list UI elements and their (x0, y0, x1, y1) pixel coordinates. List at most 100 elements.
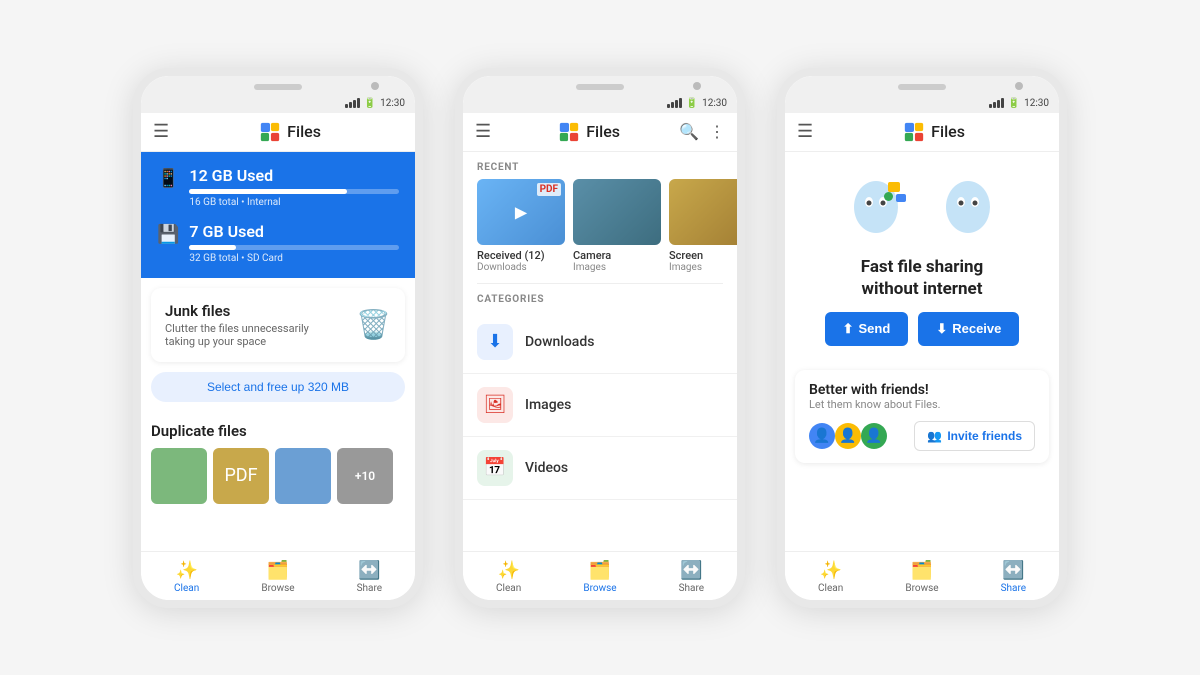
storage-card: 📱 12 GB Used 16 GB total • Internal 💾 (141, 152, 415, 278)
share-hero: Fast file sharingwithout internet ⬆ Send… (785, 152, 1059, 360)
nav-clean-1[interactable]: ✨ Clean (141, 558, 232, 596)
duplicate-title: Duplicate files (151, 422, 405, 440)
friends-card: Better with friends! Let them know about… (795, 370, 1049, 463)
app-title-2: Files (586, 122, 620, 141)
browse-label-2: Browse (583, 583, 616, 594)
battery-icon-2: 🔋 (686, 98, 698, 109)
menu-icon-3[interactable]: ☰ (797, 121, 813, 142)
more-button-2[interactable]: ⋮ (709, 122, 725, 142)
images-icon: 🖼 (484, 394, 507, 415)
battery-icon-1: 🔋 (364, 98, 376, 109)
recent-item-received[interactable]: ▶ PDF Received (12) Downloads (477, 179, 565, 273)
share-label-2: Share (679, 583, 704, 594)
receive-button[interactable]: ⬇ Receive (918, 312, 1019, 346)
nav-share-1[interactable]: ↔️ Share (324, 558, 415, 596)
status-bar-2: 🔋 12:30 (463, 96, 737, 113)
nav-share-3[interactable]: ↔️ Share (968, 558, 1059, 596)
recent-label: RECENT (463, 152, 737, 179)
bottom-nav-1: ✨ Clean 🗂️ Browse ↔️ Share (141, 551, 415, 600)
nav-browse-1[interactable]: 🗂️ Browse (232, 558, 323, 596)
speaker-3 (898, 84, 946, 90)
dup-thumb-more: +10 (337, 448, 393, 504)
browse-icon-3: 🗂️ (911, 560, 933, 581)
friends-row: 👤 👤 👤 👥 Invite friends (809, 421, 1035, 451)
images-label: Images (525, 397, 571, 413)
sd-storage-track (189, 245, 399, 250)
sd-storage-fill (189, 245, 235, 250)
clean-label-1: Clean (174, 583, 199, 594)
hero-actions: ⬆ Send ⬇ Receive (825, 312, 1020, 346)
browse-icon-2: 🗂️ (589, 560, 611, 581)
category-videos[interactable]: 📅 Videos (463, 437, 737, 500)
avatar-1: 👤 (809, 423, 835, 449)
share-icon-3: ↔️ (1002, 560, 1024, 581)
junk-icon: 🗑️ (356, 308, 391, 341)
clean-label-3: Clean (818, 583, 843, 594)
menu-icon-1[interactable]: ☰ (153, 121, 169, 142)
clean-label-2: Clean (496, 583, 521, 594)
nav-browse-2[interactable]: 🗂️ Browse (554, 558, 645, 596)
send-button[interactable]: ⬆ Send (825, 312, 909, 346)
clean-icon-3: ✨ (819, 560, 841, 581)
nav-share-2[interactable]: ↔️ Share (646, 558, 737, 596)
search-button-2[interactable]: 🔍 (679, 122, 699, 142)
internal-storage-fill (189, 189, 346, 194)
files-logo-3 (903, 121, 925, 143)
videos-label: Videos (525, 460, 568, 476)
invite-friends-button[interactable]: 👥 Invite friends (914, 421, 1035, 451)
sd-storage-detail: 32 GB total • SD Card (189, 253, 399, 264)
recent-item-camera[interactable]: Camera Images (573, 179, 661, 273)
app-title-3: Files (931, 122, 965, 141)
junk-card: Junk files Clutter the files unnecessari… (151, 288, 405, 362)
dup-thumb-2: PDF (213, 448, 269, 504)
internal-storage-track (189, 189, 399, 194)
time-2: 12:30 (702, 98, 727, 109)
camera-2 (693, 82, 701, 90)
send-label: Send (859, 321, 891, 336)
ghost-illustration (848, 172, 996, 242)
avatar-3: 👤 (861, 423, 887, 449)
signal-icon-3 (989, 98, 1004, 108)
recent-sub-camera: Images (573, 262, 661, 273)
recent-thumb-received: ▶ PDF (477, 179, 565, 245)
recent-row: ▶ PDF Received (12) Downloads Camera Ima… (463, 179, 737, 283)
bottom-nav-3: ✨ Clean 🗂️ Browse ↔️ Share (785, 551, 1059, 600)
play-icon: ▶ (515, 202, 527, 221)
menu-icon-2[interactable]: ☰ (475, 121, 491, 142)
signal-icon-2 (667, 98, 682, 108)
recent-name-received: Received (12) (477, 249, 565, 262)
phone-content-2: RECENT ▶ PDF Received (12) Downloads Cam… (463, 152, 737, 551)
nav-browse-3[interactable]: 🗂️ Browse (876, 558, 967, 596)
friends-title: Better with friends! (809, 382, 1035, 398)
clean-icon-2: ✨ (497, 560, 519, 581)
recent-item-screen[interactable]: Screen Images (669, 179, 737, 273)
category-images[interactable]: 🖼 Images (463, 374, 737, 437)
phone-1: 🔋 12:30 ☰ Files (133, 68, 423, 608)
recent-sub-screen: Images (669, 262, 737, 273)
hero-title: Fast file sharingwithout internet (861, 256, 983, 300)
nav-clean-3[interactable]: ✨ Clean (785, 558, 876, 596)
videos-icon: 📅 (484, 457, 506, 478)
battery-icon-3: 🔋 (1008, 98, 1020, 109)
phone-top-bar-3 (785, 76, 1059, 96)
browse-label-1: Browse (261, 583, 294, 594)
dup-thumb-1 (151, 448, 207, 504)
sd-storage-label: 7 GB Used (189, 222, 399, 241)
invite-icon: 👥 (927, 429, 942, 443)
speaker-2 (576, 84, 624, 90)
category-downloads[interactable]: ⬇ Downloads (463, 311, 737, 374)
camera-1 (371, 82, 379, 90)
files-logo-2 (558, 121, 580, 143)
recent-sub-received: Downloads (477, 262, 565, 273)
sd-storage-icon: 💾 (157, 224, 179, 245)
phones-container: 🔋 12:30 ☰ Files (113, 48, 1087, 628)
select-free-button[interactable]: Select and free up 320 MB (151, 372, 405, 402)
invite-label: Invite friends (947, 429, 1022, 443)
nav-clean-2[interactable]: ✨ Clean (463, 558, 554, 596)
internal-storage-label: 12 GB Used (189, 166, 399, 185)
recent-thumb-camera (573, 179, 661, 245)
internal-storage-icon: 📱 (157, 168, 179, 189)
sd-storage: 💾 7 GB Used 32 GB total • SD Card (157, 222, 399, 264)
videos-icon-circle: 📅 (477, 450, 513, 486)
time-1: 12:30 (380, 98, 405, 109)
